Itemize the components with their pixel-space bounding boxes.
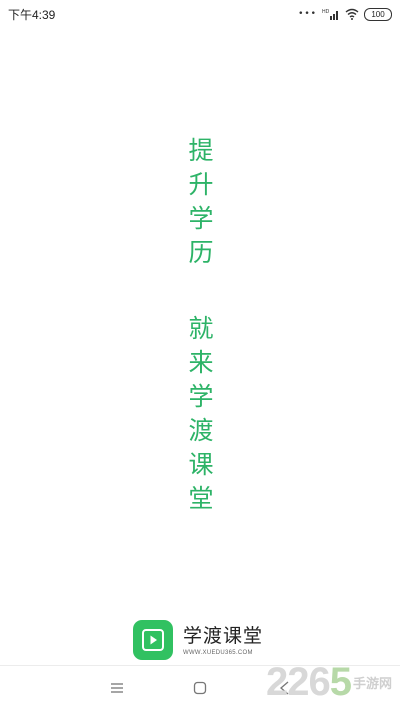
- slogan-char: 就: [188, 314, 214, 343]
- brand-text: 学渡课堂 WWW.XUEDU365.COM: [183, 624, 263, 656]
- slogan-char: 学: [188, 204, 214, 233]
- watermark-number-accent: 5: [329, 660, 352, 704]
- status-time: 下午4:39: [8, 8, 56, 22]
- watermark-site: 手游网: [352, 677, 392, 692]
- home-icon: [193, 681, 207, 695]
- play-icon: [142, 629, 164, 651]
- menu-button[interactable]: [105, 676, 129, 700]
- hd-label: HD: [322, 9, 330, 15]
- slogan-char: 提: [188, 136, 214, 165]
- wifi-icon: [345, 5, 359, 24]
- slogan: 提 升 学 历 就 来 学 渡 课 堂: [186, 134, 216, 516]
- watermark: 2265 手游网: [266, 660, 392, 704]
- brand: 学渡课堂 WWW.XUEDU365.COM: [133, 620, 263, 660]
- slogan-char: 堂: [188, 484, 214, 513]
- status-bar: 下午4:39 ••• HD 100: [0, 0, 400, 26]
- menu-icon: [111, 683, 123, 693]
- slogan-char: 升: [188, 170, 214, 199]
- signal-icon: HD: [322, 5, 340, 24]
- watermark-number-main: 226: [265, 660, 331, 704]
- slogan-char: 学: [188, 382, 214, 411]
- watermark-number: 2265: [265, 660, 352, 704]
- more-dots-icon: •••: [298, 9, 317, 19]
- slogan-char: 历: [188, 238, 214, 267]
- slogan-char: 渡: [188, 416, 214, 445]
- battery-icon: 100: [364, 8, 392, 21]
- home-button[interactable]: [188, 676, 212, 700]
- slogan-char: 课: [188, 450, 214, 479]
- status-icons: ••• HD 100: [298, 5, 392, 24]
- brand-logo: [133, 620, 173, 660]
- slogan-char: 来: [188, 348, 214, 377]
- brand-name: 学渡课堂: [183, 625, 264, 647]
- brand-url: WWW.XUEDU365.COM: [183, 650, 253, 656]
